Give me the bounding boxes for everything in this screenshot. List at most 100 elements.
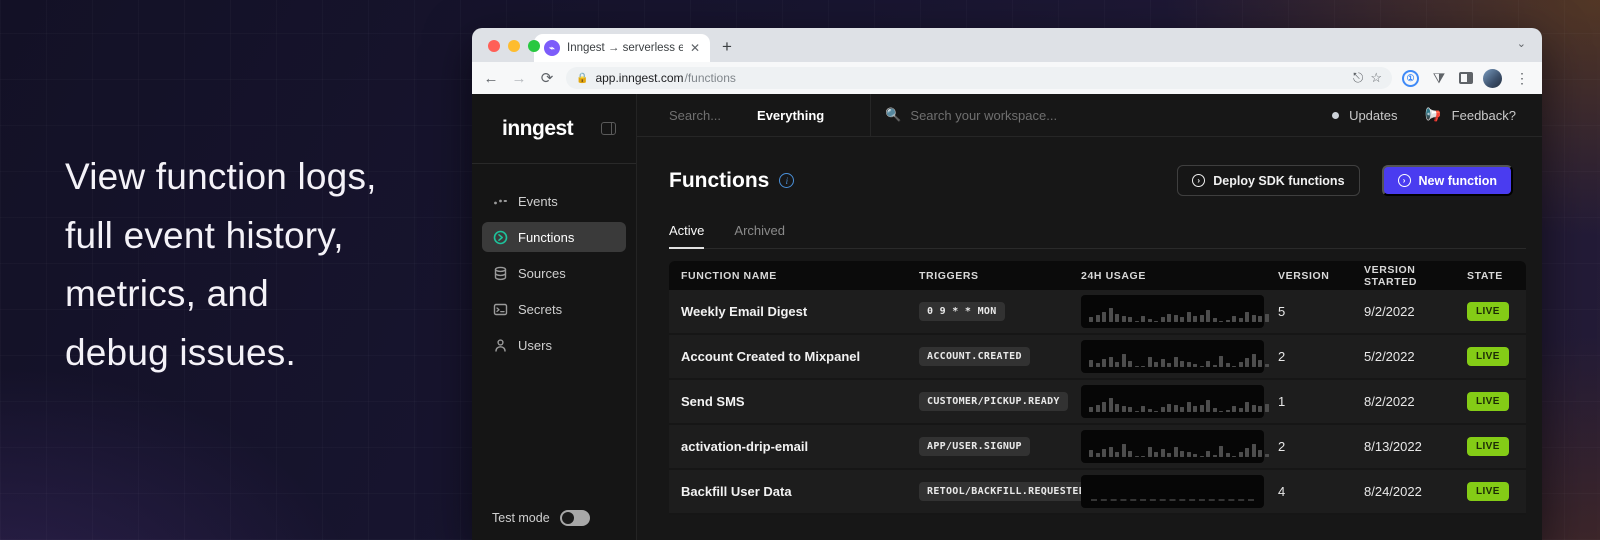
traffic-lights[interactable] xyxy=(488,40,540,52)
usage-bar xyxy=(1089,407,1093,412)
lock-icon[interactable]: 🔒 xyxy=(576,73,588,84)
usage-sparkline-chart xyxy=(1081,430,1264,463)
forward-button[interactable]: → xyxy=(510,70,528,87)
usage-bar xyxy=(1154,321,1158,322)
table-row[interactable]: Account Created to Mixpanel ACCOUNT.CREAT… xyxy=(669,335,1526,380)
close-window-button[interactable] xyxy=(488,40,500,52)
usage-bar xyxy=(1161,359,1165,367)
share-icon[interactable]: ⎋ xyxy=(1353,70,1363,86)
usage-bar xyxy=(1148,447,1152,457)
megaphone-icon: 📢 xyxy=(1425,107,1441,123)
usage-bar xyxy=(1219,446,1223,457)
workspace-search-input[interactable] xyxy=(910,108,1170,123)
usage-bar xyxy=(1128,317,1132,322)
sidebar-panel-icon[interactable] xyxy=(1459,72,1473,84)
deploy-sdk-functions-button[interactable]: › Deploy SDK functions xyxy=(1177,165,1359,196)
function-name[interactable]: Send SMS xyxy=(669,394,907,409)
sidebar-nav: Events Functions Sources Secrets Users xyxy=(472,164,636,360)
trigger-badge: ACCOUNT.CREATED xyxy=(919,347,1030,366)
table-header-row: FUNCTION NAME TRIGGERS 24H USAGE VERSION… xyxy=(669,261,1526,290)
browser-tab[interactable]: ⌁ Inngest → serverless event-dri ✕ xyxy=(534,34,710,62)
search-scope-everything[interactable]: Everything xyxy=(757,108,824,123)
hero-text: View function logs, full event history, … xyxy=(65,148,377,382)
usage-bar xyxy=(1239,408,1243,412)
usage-bar xyxy=(1206,400,1210,412)
usage-bar xyxy=(1128,361,1132,367)
table-row[interactable]: Weekly Email Digest0 9 * * MON59/2/2022L… xyxy=(669,290,1526,335)
app-sidebar: inngest EventsFunctionsSourcesSecretsUse… xyxy=(472,94,637,540)
secrets-icon xyxy=(492,302,508,317)
column-header: TRIGGERS xyxy=(907,270,1069,282)
live-status-badge: LIVE xyxy=(1467,302,1509,321)
live-status-badge: LIVE xyxy=(1467,482,1509,501)
usage-bar xyxy=(1187,362,1191,367)
usage-bar xyxy=(1252,354,1256,367)
function-name[interactable]: Weekly Email Digest xyxy=(669,304,907,319)
usage-bar xyxy=(1232,316,1236,322)
sidebar-item-sources[interactable]: Sources xyxy=(482,258,626,288)
back-button[interactable]: ← xyxy=(482,70,500,87)
feedback-link[interactable]: Feedback? xyxy=(1452,108,1516,123)
sidebar-item-events[interactable]: Events xyxy=(482,186,626,216)
usage-bar xyxy=(1148,319,1152,322)
minimize-window-button[interactable] xyxy=(508,40,520,52)
function-name[interactable]: activation-drip-email xyxy=(669,439,907,454)
version-value: 4 xyxy=(1266,484,1352,499)
tab-archived[interactable]: Archived xyxy=(734,223,785,249)
sidebar-item-users[interactable]: Users xyxy=(482,330,626,360)
tab-active[interactable]: Active xyxy=(669,223,704,249)
onepassword-extension-icon[interactable]: ① xyxy=(1402,70,1419,87)
test-mode-toggle[interactable] xyxy=(560,510,590,526)
table-row[interactable]: activation-drip-emailAPP/USER.SIGNUP28/1… xyxy=(669,425,1526,470)
usage-bar xyxy=(1167,314,1171,322)
table-row[interactable]: Backfill User DataRETOOL/BACKFILL.REQUES… xyxy=(669,470,1526,515)
usage-bar xyxy=(1141,456,1145,457)
usage-bar xyxy=(1148,409,1152,412)
address-bar[interactable]: 🔒 app.inngest.com/functions ⎋ ☆ xyxy=(566,67,1392,89)
usage-bar xyxy=(1096,453,1100,457)
extensions-puzzle-icon[interactable]: ⧩ xyxy=(1429,70,1449,87)
version-started-date: 8/24/2022 xyxy=(1352,484,1455,499)
sidebar-item-functions[interactable]: Functions xyxy=(482,222,626,252)
collapse-sidebar-icon[interactable] xyxy=(601,122,616,135)
new-function-button[interactable]: › New function xyxy=(1382,165,1513,196)
usage-bar xyxy=(1174,447,1178,457)
usage-bar xyxy=(1154,411,1158,412)
inngest-app: inngest EventsFunctionsSourcesSecretsUse… xyxy=(472,94,1542,540)
users-icon xyxy=(492,338,508,353)
info-icon[interactable]: i xyxy=(779,173,794,188)
usage-bar xyxy=(1245,448,1249,457)
workspace-topbar: Search... Everything 🔍 Updates 📢 Feedbac… xyxy=(637,94,1542,137)
live-status-badge: LIVE xyxy=(1467,437,1509,456)
usage-bar xyxy=(1096,363,1100,367)
usage-bar xyxy=(1102,449,1106,457)
live-status-badge: LIVE xyxy=(1467,392,1509,411)
usage-bar xyxy=(1193,406,1197,412)
function-name[interactable]: Account Created to Mixpanel xyxy=(669,349,907,364)
sidebar-item-label: Users xyxy=(518,338,552,353)
function-name[interactable]: Backfill User Data xyxy=(669,484,907,499)
usage-bar xyxy=(1226,410,1230,412)
workspace-search[interactable]: 🔍 xyxy=(885,107,1332,123)
usage-bar xyxy=(1206,451,1210,457)
updates-link[interactable]: Updates xyxy=(1349,108,1397,123)
usage-bar xyxy=(1187,402,1191,412)
usage-bar xyxy=(1174,357,1178,367)
new-tab-button[interactable]: + xyxy=(722,37,732,57)
usage-bar xyxy=(1219,411,1223,412)
usage-bar xyxy=(1135,411,1139,412)
search-icon: 🔍 xyxy=(885,107,901,123)
profile-avatar[interactable] xyxy=(1483,69,1502,88)
maximize-window-button[interactable] xyxy=(528,40,540,52)
usage-bar xyxy=(1161,317,1165,322)
reload-button[interactable]: ⟳ xyxy=(538,69,556,87)
tab-close-icon[interactable]: ✕ xyxy=(690,41,700,55)
browser-menu-icon[interactable]: ⋮ xyxy=(1512,70,1532,87)
usage-bar xyxy=(1232,456,1236,457)
usage-bar xyxy=(1128,407,1132,412)
bookmark-star-icon[interactable]: ☆ xyxy=(1370,70,1382,86)
sidebar-item-secrets[interactable]: Secrets xyxy=(482,294,626,324)
tab-strip-chevron-icon[interactable]: ⌄ xyxy=(1517,37,1526,50)
version-value: 2 xyxy=(1266,349,1352,364)
table-row[interactable]: Send SMSCUSTOMER/PICKUP.READY18/2/2022LI… xyxy=(669,380,1526,425)
